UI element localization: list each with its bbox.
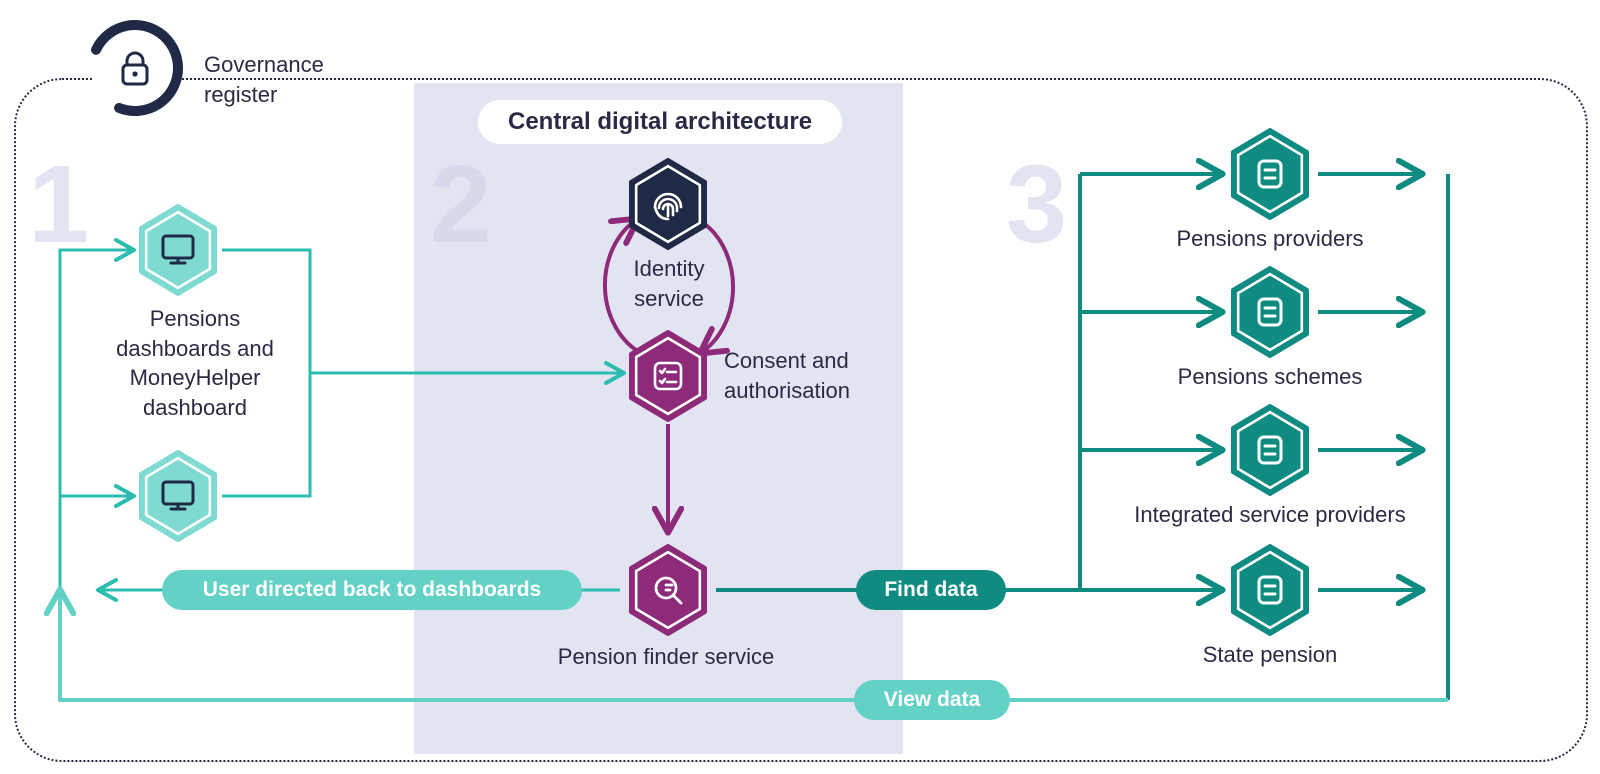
schemes-label: Pensions schemes — [1150, 362, 1390, 392]
pfs-label: Pension finder service — [546, 642, 786, 672]
state-hex — [1230, 544, 1310, 636]
diagram-canvas: 1 2 3 Governance register Central digita… — [0, 0, 1600, 774]
identity-hex — [628, 158, 708, 250]
dashboard-hex-bottom — [138, 450, 218, 542]
consent-hex — [628, 330, 708, 422]
providers-label: Pensions providers — [1150, 224, 1390, 254]
user-back-pill: User directed back to dashboards — [162, 570, 582, 610]
dashboards-label: Pensions dashboards and MoneyHelper dash… — [105, 304, 285, 423]
dashboard-hex-top — [138, 204, 218, 296]
providers-hex — [1230, 128, 1310, 220]
isp-hex — [1230, 404, 1310, 496]
view-data-pill: View data — [854, 680, 1010, 720]
schemes-hex — [1230, 266, 1310, 358]
find-data-pill: Find data — [856, 570, 1006, 610]
state-label: State pension — [1150, 640, 1390, 670]
consent-label: Consent and authorisation — [724, 346, 884, 405]
isp-label: Integrated service providers — [1110, 500, 1430, 530]
identity-label: Identity service — [614, 254, 724, 313]
pfs-hex — [628, 544, 708, 636]
